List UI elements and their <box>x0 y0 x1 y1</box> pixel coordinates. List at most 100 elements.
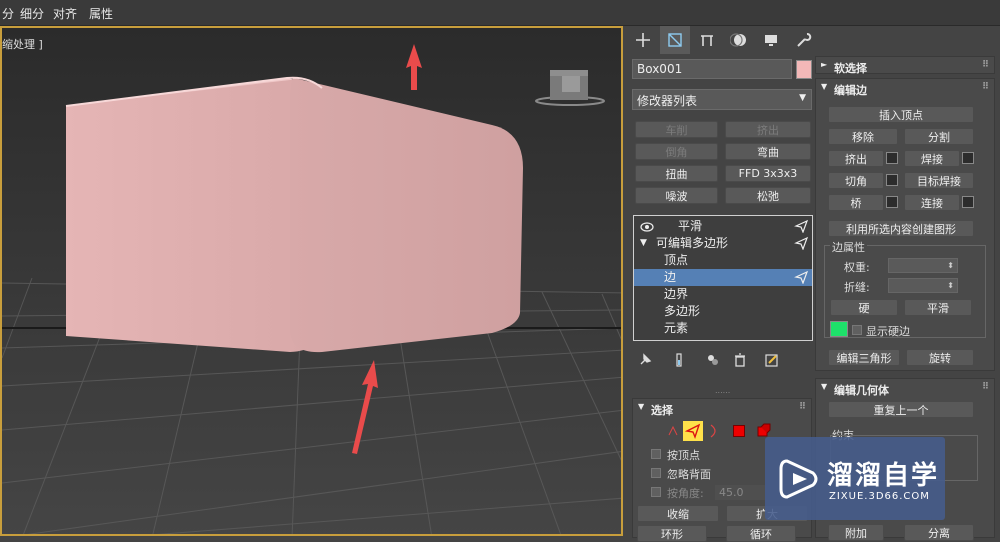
repeat-last-button[interactable]: 重复上一个 <box>828 401 974 418</box>
hard-button[interactable]: 硬 <box>830 299 898 316</box>
chamfer-button[interactable]: 切角 <box>828 172 884 189</box>
remove-button[interactable]: 移除 <box>828 128 898 145</box>
weight-label: 权重: <box>844 261 870 274</box>
insert-vertex-button[interactable]: 插入顶点 <box>828 106 974 123</box>
extrude-modifier-button[interactable]: 挤出 <box>725 121 811 138</box>
rollout-title: 编辑几何体 <box>834 384 889 397</box>
twist-button[interactable]: 扭曲 <box>635 165 718 182</box>
hierarchy-icon[interactable] <box>692 26 722 54</box>
lathe-button[interactable]: 车削 <box>635 121 718 138</box>
connect-button[interactable]: 连接 <box>904 194 960 211</box>
drag-handle-icon: ⠿ <box>798 402 806 412</box>
show-end-result-icon[interactable] <box>669 350 689 370</box>
menu-item-properties[interactable]: 属性 <box>87 6 115 22</box>
border-mode-icon[interactable] <box>705 421 725 441</box>
weight-spinner[interactable]: ⬍ <box>888 258 958 273</box>
menu-bar: 分 细分 对齐 属性 <box>0 0 1000 26</box>
stack-sub-edge[interactable]: 边 <box>634 269 812 286</box>
motion-icon[interactable] <box>724 26 754 54</box>
edit-edges-header[interactable]: ▼ 编辑边 ⠿ <box>816 79 994 97</box>
create-shape-button[interactable]: 利用所选内容创建图形 <box>828 220 974 237</box>
chamfer-settings-icon[interactable] <box>886 174 898 186</box>
menu-item-subdivide-partial[interactable]: 分 <box>0 6 16 22</box>
stack-sub-label: 边界 <box>664 287 689 301</box>
expand-triangle-icon[interactable]: ▼ <box>640 235 647 252</box>
viewport-label[interactable]: 缩处理 ] <box>2 36 43 52</box>
stack-sub-label: 多边形 <box>664 304 701 318</box>
object-color-swatch[interactable] <box>796 60 812 79</box>
display-icon[interactable] <box>756 26 786 54</box>
element-mode-icon[interactable] <box>757 423 771 437</box>
pin-stack-tool-icon[interactable] <box>635 350 655 370</box>
stack-item-label: 可编辑多边形 <box>656 236 729 250</box>
polygon-mode-icon[interactable] <box>733 425 745 437</box>
smooth-button[interactable]: 平滑 <box>904 299 972 316</box>
menu-item-align[interactable]: 对齐 <box>51 6 79 22</box>
rollout-title: 选择 <box>651 404 673 417</box>
vertex-mode-icon[interactable] <box>665 421 685 441</box>
bevel-button[interactable]: 倒角 <box>635 143 718 160</box>
drag-handle-icon: ⠿ <box>981 382 989 392</box>
hard-edge-color-swatch[interactable] <box>830 321 848 337</box>
loop-button[interactable]: 循环 <box>726 525 796 542</box>
split-button[interactable]: 分割 <box>904 128 974 145</box>
utilities-icon[interactable] <box>788 26 818 54</box>
stack-sub-vertex[interactable]: 顶点 <box>634 252 812 269</box>
weld-settings-icon[interactable] <box>962 152 974 164</box>
object-name-field[interactable]: Box001 <box>632 59 792 79</box>
bend-button[interactable]: 弯曲 <box>725 143 811 160</box>
make-unique-icon[interactable] <box>703 350 723 370</box>
ignore-backface-label: 忽略背面 <box>667 468 711 481</box>
watermark-name: 溜溜自学 <box>827 461 940 491</box>
bridge-settings-icon[interactable] <box>886 196 898 208</box>
eye-icon[interactable] <box>640 222 654 232</box>
configure-modifier-sets-icon[interactable] <box>762 350 782 370</box>
by-angle-checkbox[interactable] <box>651 487 661 497</box>
drag-handle-icon: ⠿ <box>981 60 989 70</box>
extrude-button[interactable]: 挤出 <box>828 150 884 167</box>
edit-edges-rollout: ▼ 编辑边 ⠿ 插入顶点 移除 分割 挤出 焊接 切角 目标焊接 桥 连接 利用… <box>815 78 995 371</box>
connect-settings-icon[interactable] <box>962 196 974 208</box>
display-hard-edges-checkbox[interactable] <box>852 325 862 335</box>
shrink-button[interactable]: 收缩 <box>637 505 719 522</box>
create-icon[interactable] <box>628 26 658 54</box>
play-logo-icon <box>779 459 818 499</box>
detach-button[interactable]: 分离 <box>904 524 974 541</box>
ffd-button[interactable]: FFD 3x3x3 <box>725 165 811 182</box>
display-hard-edges-label: 显示硬边 <box>866 325 910 338</box>
weld-button[interactable]: 焊接 <box>904 150 960 167</box>
remove-modifier-trash-icon[interactable] <box>730 350 750 370</box>
edit-triangulation-button[interactable]: 编辑三角形 <box>828 349 900 366</box>
ignore-backface-checkbox[interactable] <box>651 468 661 478</box>
turn-button[interactable]: 旋转 <box>906 349 974 366</box>
attach-button[interactable]: 附加 <box>828 524 884 541</box>
stack-sub-polygon[interactable]: 多边形 <box>634 303 812 320</box>
by-vertex-label: 按顶点 <box>667 449 700 462</box>
noise-button[interactable]: 噪波 <box>635 187 718 204</box>
edge-mode-icon[interactable] <box>683 421 703 441</box>
ring-button[interactable]: 环形 <box>637 525 707 542</box>
modify-icon[interactable] <box>660 26 690 54</box>
relax-button[interactable]: 松弛 <box>725 187 811 204</box>
stack-item-smooth[interactable]: 平滑 <box>634 218 812 235</box>
rollout-title: 编辑边 <box>834 84 867 97</box>
target-weld-button[interactable]: 目标焊接 <box>904 172 974 189</box>
pin-stack-icon <box>794 219 808 233</box>
soft-selection-rollout[interactable]: ► 软选择 ⠿ <box>815 56 995 75</box>
stack-item-editable-poly[interactable]: ▼ 可编辑多边形 <box>634 235 812 252</box>
bridge-button[interactable]: 桥 <box>828 194 884 211</box>
soft-selection-header[interactable]: ► 软选择 ⠿ <box>816 57 994 75</box>
extrude-settings-icon[interactable] <box>886 152 898 164</box>
pin-stack-icon <box>794 236 808 250</box>
stack-sub-border[interactable]: 边界 <box>634 286 812 303</box>
menu-item-subdivision[interactable]: 细分 <box>18 6 46 22</box>
edit-geometry-header[interactable]: ▼ 编辑几何体 ⠿ <box>816 379 994 397</box>
modifier-list-dropdown[interactable]: 修改器列表 ▼ <box>632 89 812 110</box>
watermark-logo: 溜溜自学 ZIXUE.3D66.COM <box>765 437 945 520</box>
divider-grip[interactable]: ...... <box>715 386 730 395</box>
by-vertex-checkbox[interactable] <box>651 449 661 459</box>
stack-sub-element[interactable]: 元素 <box>634 320 812 337</box>
crease-spinner[interactable]: ⬍ <box>888 278 958 293</box>
selection-rollout-header[interactable]: ▼ 选择 ⠿ <box>633 399 811 417</box>
perspective-viewport[interactable]: 缩处理 ] <box>0 26 623 536</box>
